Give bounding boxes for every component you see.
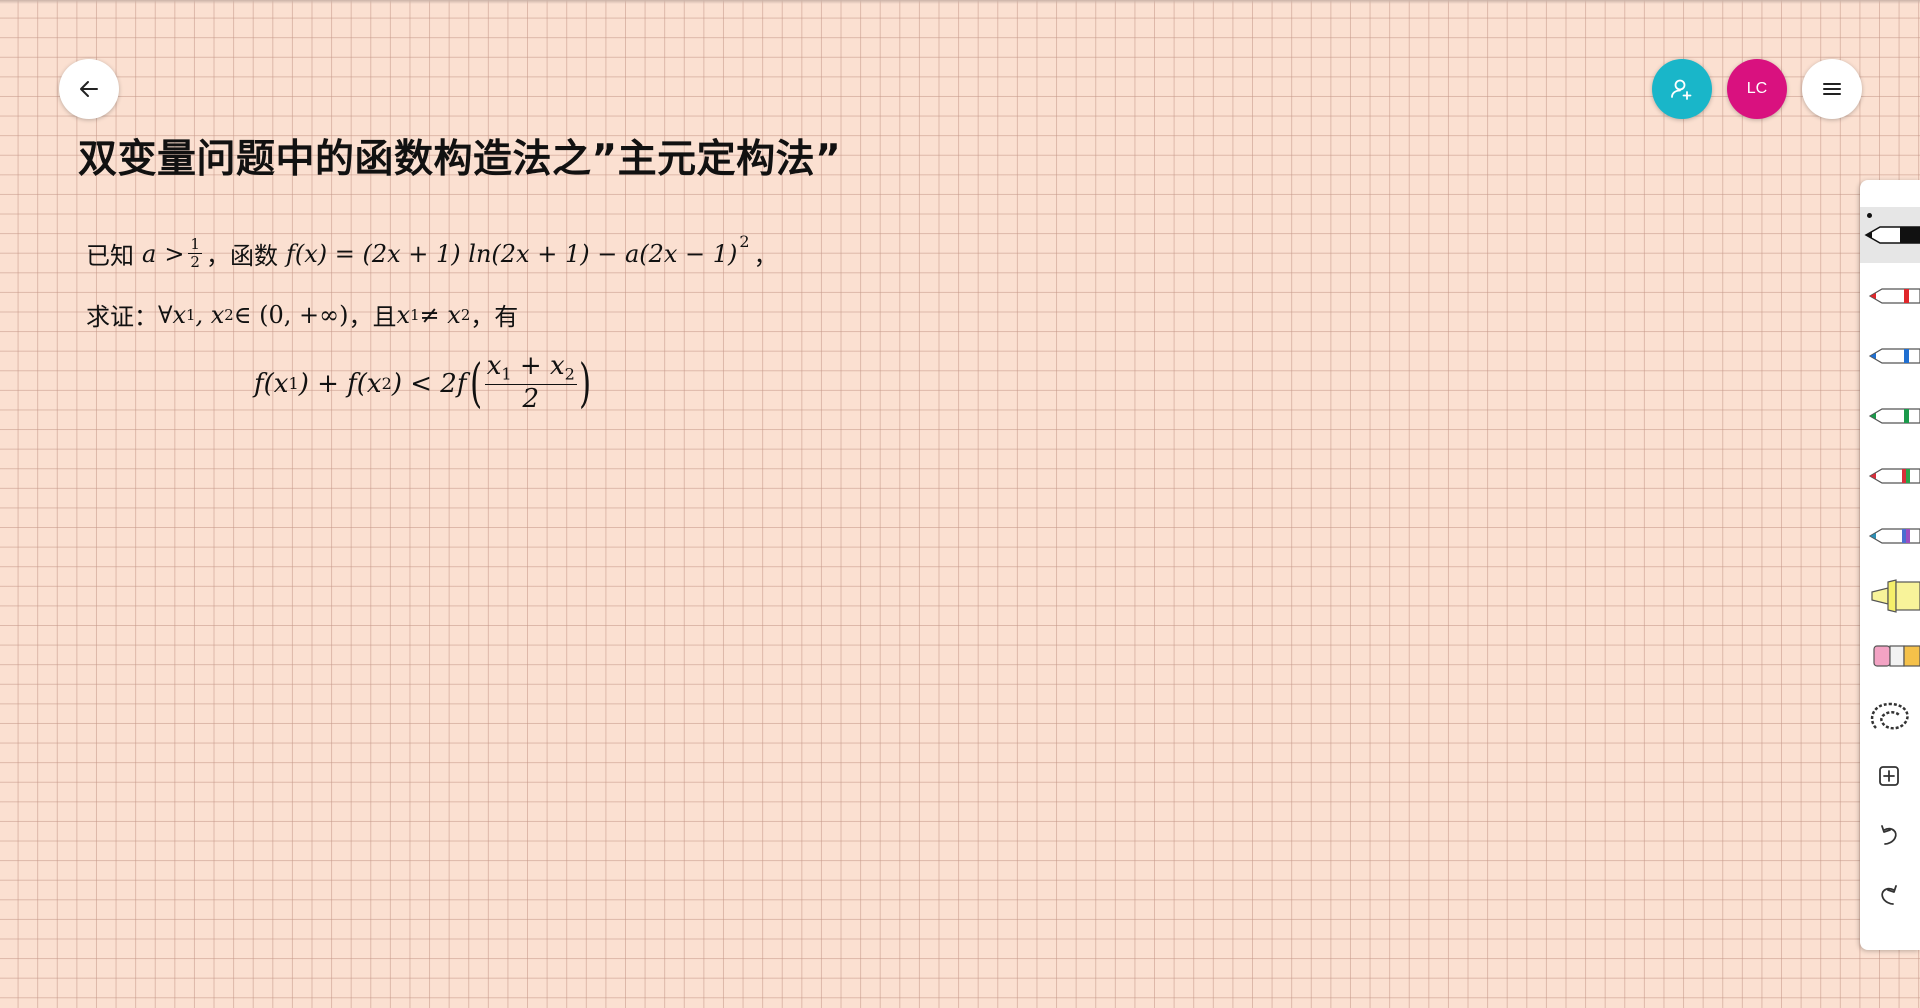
subscript: 1 <box>288 374 299 394</box>
undo-icon <box>1881 825 1897 845</box>
lasso-select-tool[interactable] <box>1860 688 1920 744</box>
function-label: 函数 <box>229 242 278 271</box>
fraction-denominator: 2 <box>522 384 540 415</box>
subscript: 2 <box>224 305 234 324</box>
fraction-numerator: x1 + x2 <box>484 351 577 386</box>
problem-statement-line-2: 求证： ∀x 1 , x2 ∈ (0, +∞) ，且 x1 ≠ x2 ，有 <box>86 297 518 332</box>
plus-x: + x <box>511 351 565 381</box>
formula-lhs-f-x1: f(x <box>254 368 289 399</box>
var-a: a <box>142 239 157 268</box>
not-equal-x: ≠ x <box>419 300 461 329</box>
highlighter-icon <box>1871 579 1920 613</box>
greater-than-sign: > <box>164 239 185 268</box>
black-pen-icon <box>1864 226 1920 244</box>
fraction-denominator: 2 <box>190 253 200 272</box>
given-label: 已知 <box>86 242 134 271</box>
subscript: 2 <box>460 305 471 324</box>
x-variable: x <box>396 300 411 329</box>
add-box-icon <box>1879 766 1899 786</box>
then-label: ，有 <box>470 303 519 331</box>
add-shape-tool[interactable] <box>1860 748 1920 804</box>
prove-label: 求证： <box>86 303 158 331</box>
redo-icon <box>1881 885 1897 905</box>
exponent: 2 <box>739 232 750 251</box>
eraser-icon <box>1873 645 1920 667</box>
problem-statement-line-1: 已知 a > 1 2 ， 函数 f(x) = (2x + 1) ln(2x + … <box>86 232 778 272</box>
subscript: 2 <box>564 364 575 384</box>
formula-less-than-2f: ) < 2f <box>391 368 467 399</box>
comma: ， <box>753 242 778 271</box>
subscript: 1 <box>186 305 196 324</box>
user-avatar[interactable]: LC <box>1727 59 1787 119</box>
galaxy-pen-tool[interactable] <box>1860 508 1920 564</box>
fraction-one-half: 1 2 <box>188 235 202 272</box>
avatar-initials: LC <box>1746 80 1768 97</box>
top-edge-shadow <box>0 0 1920 4</box>
hamburger-menu-icon <box>1823 83 1841 95</box>
add-person-icon <box>1671 79 1692 100</box>
back-button[interactable] <box>59 59 119 119</box>
green-pen-tool[interactable] <box>1860 388 1920 444</box>
page-title: 双变量问题中的函数构造法之”主元定构法” <box>78 137 842 182</box>
comma-x: , x <box>195 300 225 329</box>
x-variable: x <box>486 351 502 381</box>
and-label: ，且 <box>348 303 397 331</box>
subscript: 1 <box>501 364 512 384</box>
galaxy-pen-icon <box>1868 528 1920 544</box>
inequality-formula: f(x 1 ) + f(x 2 ) < 2f ( x1 + x2 2 ) <box>254 351 595 415</box>
eraser-tool[interactable] <box>1860 628 1920 684</box>
domain-interval: ∈ (0, +∞) <box>233 300 349 329</box>
black-pen-tool[interactable] <box>1860 207 1920 263</box>
lasso-icon <box>1870 702 1909 730</box>
fraction-numerator: 1 <box>188 235 202 255</box>
green-pen-icon <box>1868 408 1920 424</box>
menu-button[interactable] <box>1802 59 1862 119</box>
comma: ， <box>205 242 230 271</box>
redo-tool[interactable] <box>1860 868 1920 924</box>
formula-fraction: x1 + x2 2 <box>484 351 577 415</box>
arrow-left-icon <box>80 81 98 97</box>
subscript: 2 <box>381 374 392 394</box>
subscript: 1 <box>410 305 420 324</box>
invite-button[interactable] <box>1652 59 1712 119</box>
red-pen-icon <box>1868 288 1920 304</box>
selected-indicator <box>1867 213 1872 218</box>
formula-plus-f-x2: ) + f(x <box>298 368 382 399</box>
blue-pen-tool[interactable] <box>1860 328 1920 384</box>
forall-x: ∀x <box>158 300 187 329</box>
blue-pen-icon <box>1868 348 1920 364</box>
multicolor-red-pen-tool[interactable] <box>1860 448 1920 504</box>
pen-toolbar <box>1860 180 1920 950</box>
undo-tool[interactable] <box>1860 808 1920 864</box>
rainbow-pen-icon <box>1868 468 1920 484</box>
left-paren: ( <box>470 353 483 414</box>
function-definition: f(x) = (2x + 1) ln(2x + 1) − a(2x − 1) <box>285 239 738 268</box>
red-pen-tool[interactable] <box>1860 268 1920 324</box>
highlighter-tool[interactable] <box>1860 568 1920 624</box>
right-paren: ) <box>578 353 592 414</box>
